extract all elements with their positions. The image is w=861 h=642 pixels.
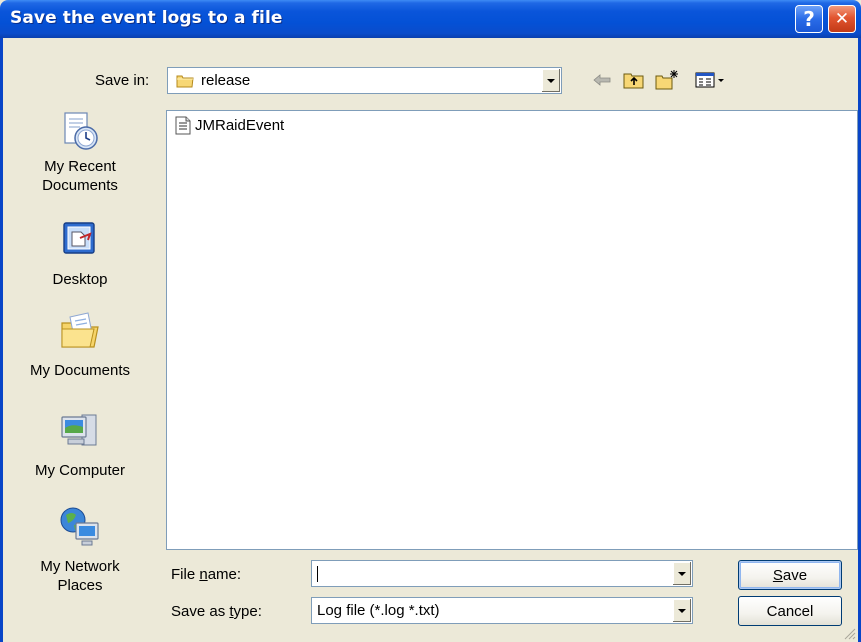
save-as-type-dropdown-arrow[interactable]: [672, 599, 691, 622]
file-name-dropdown-arrow[interactable]: [672, 562, 691, 585]
close-button[interactable]: ✕: [828, 5, 856, 33]
text-cursor: [317, 566, 318, 582]
place-my-computer[interactable]: My Computer: [4, 409, 156, 480]
save-in-dropdown-arrow[interactable]: [541, 69, 560, 92]
view-menu-button[interactable]: [693, 68, 727, 92]
place-my-recent-documents[interactable]: My Recent Documents: [4, 109, 156, 195]
file-name-label: File name:: [171, 566, 242, 583]
file-name: JMRaidEvent: [195, 117, 285, 134]
desktop-icon: [63, 222, 95, 254]
file-list[interactable]: JMRaidEvent: [166, 110, 858, 550]
place-label-line1: My Recent: [44, 158, 116, 175]
close-icon: ✕: [834, 9, 850, 29]
place-label-line1: My Network: [40, 558, 120, 575]
back-button[interactable]: [590, 68, 614, 92]
help-button[interactable]: ?: [795, 5, 823, 33]
place-desktop[interactable]: Desktop: [4, 218, 156, 289]
save-as-type-value: Log file (*.log *.txt): [317, 602, 440, 619]
list-item[interactable]: JMRaidEvent: [175, 116, 284, 135]
help-icon: ?: [803, 7, 815, 31]
text-file-icon: [175, 116, 191, 135]
save-in-dropdown[interactable]: release: [167, 67, 562, 94]
save-as-type-dropdown[interactable]: Log file (*.log *.txt): [311, 597, 693, 624]
save-in-label: Save in:: [95, 72, 150, 89]
save-in-value: release: [201, 72, 251, 89]
chevron-down-icon: [547, 78, 555, 83]
network-places-icon: [60, 507, 99, 546]
save-button[interactable]: Save: [738, 560, 842, 590]
up-one-level-button[interactable]: [622, 68, 646, 92]
my-documents-icon: [61, 312, 99, 348]
place-label-line1: Desktop: [52, 271, 108, 288]
recent-documents-icon: [64, 112, 98, 150]
place-label-line1: My Computer: [34, 462, 126, 479]
cancel-button[interactable]: Cancel: [738, 596, 842, 626]
chevron-down-icon: [678, 608, 686, 613]
place-my-documents[interactable]: My Documents: [4, 309, 156, 380]
cancel-button-label: Cancel: [766, 602, 814, 620]
place-label-line2: Documents: [42, 177, 118, 194]
folder-icon: [176, 75, 194, 88]
save-button-mnemonic: S: [772, 566, 783, 584]
window-title: Save the event logs to a file: [10, 8, 283, 28]
view-menu-icon: [695, 72, 724, 88]
chevron-down-icon: [678, 571, 686, 576]
place-label-line2: Places: [57, 577, 103, 594]
window-border-left: [0, 38, 3, 642]
places-bar: My Recent Documents Desktop My Documents: [4, 99, 156, 639]
place-label-line1: My Documents: [29, 362, 131, 379]
my-computer-icon: [61, 414, 97, 446]
folder-up-icon: [623, 73, 644, 89]
save-button-label: ave: [782, 566, 808, 584]
place-my-network-places[interactable]: My Network Places: [4, 505, 156, 595]
save-as-type-label: Save as type:: [171, 603, 262, 620]
resize-grip-icon[interactable]: [842, 626, 856, 640]
title-bar[interactable]: Save the event logs to a file ? ✕: [0, 0, 861, 38]
create-new-folder-button[interactable]: [655, 68, 679, 92]
back-arrow-icon: [593, 74, 611, 86]
new-folder-icon: [655, 70, 678, 90]
file-name-input[interactable]: [311, 560, 693, 587]
